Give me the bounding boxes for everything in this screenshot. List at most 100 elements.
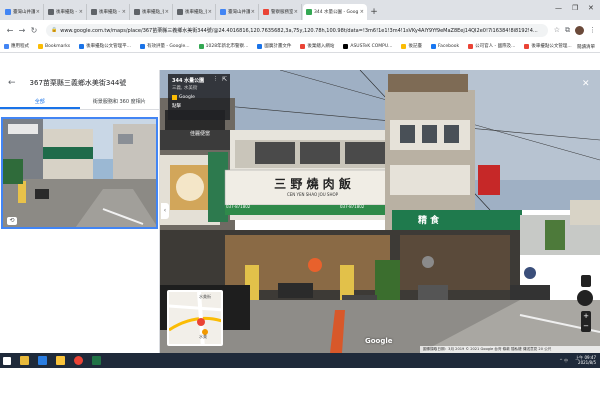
- bookmark-item[interactable]: 後車擾點公文管理平...: [79, 43, 131, 49]
- windows-start-icon[interactable]: [3, 356, 11, 365]
- street-view-thumbnail[interactable]: ⟲: [1, 117, 158, 229]
- compass-icon[interactable]: [577, 290, 593, 306]
- tab-favicon-icon: [263, 9, 269, 15]
- tab-favicon-icon: [220, 9, 226, 15]
- bookmark-label: 國廣計畫文件: [264, 44, 292, 49]
- left-sign-text: 佳麗便當: [190, 131, 211, 137]
- bookmark-item[interactable]: ASUSTeK COMPU...: [343, 43, 393, 49]
- collapse-panel-button[interactable]: ‹: [161, 203, 169, 219]
- zoom-out-icon[interactable]: −: [581, 321, 591, 331]
- star-icon[interactable]: ☆: [554, 26, 560, 34]
- zoom-in-icon[interactable]: +: [581, 311, 591, 321]
- close-icon[interactable]: ✕: [582, 79, 590, 89]
- minimize-button[interactable]: —: [555, 4, 562, 12]
- browser-toolbar: ← → ↻ 🔒 www.google.com.tw/maps/place/367…: [0, 20, 600, 40]
- browser-tab[interactable]: 臺灣山井護 - Google×: [217, 4, 259, 20]
- street-view-panel: ← 367苗栗縣三義鄉水美街344號 全部 街景服務和 360 度相片 ⟲: [0, 70, 160, 353]
- bookmark-item[interactable]: 公司官人 - 國際及...: [468, 43, 515, 49]
- tab-close-icon[interactable]: ×: [165, 9, 169, 15]
- minimap[interactable]: 水美街 水美: [167, 290, 223, 346]
- browser-tab[interactable]: 後車擾點_後車擾點×: [174, 4, 216, 20]
- bookmark-favicon-icon: [300, 43, 306, 49]
- edge-icon[interactable]: [38, 356, 47, 365]
- bookmark-item[interactable]: 1028年新北市警察...: [198, 43, 249, 49]
- menu-icon[interactable]: ⋮: [589, 26, 596, 34]
- browser-tab[interactable]: 後車擾點_後車擾點×: [131, 4, 173, 20]
- browser-tab[interactable]: 後車擾點 - 臺院警察×: [88, 4, 130, 20]
- tab-close-icon[interactable]: ×: [294, 9, 298, 15]
- bookmark-favicon-icon: [401, 43, 407, 49]
- bookmark-item[interactable]: 後車擾點公文管理...: [524, 43, 572, 49]
- bookmark-label: 1028年新北市警察...: [205, 44, 249, 49]
- shop-sign-subtitle: CEN YEN SHAO JOU SHOP: [286, 192, 339, 197]
- tab-favicon-icon: [5, 9, 11, 15]
- tab-label: 後車擾點_後車擾點: [185, 10, 207, 15]
- maximize-button[interactable]: ❐: [572, 4, 578, 12]
- bookmark-favicon-icon: [257, 43, 263, 49]
- bookmark-item[interactable]: 有效評量 - Google...: [139, 43, 190, 49]
- tab-street-view-360[interactable]: 街景服務和 360 度相片: [80, 96, 160, 109]
- clock[interactable]: 上午 09:47 2021/8/5: [575, 355, 596, 365]
- phone-left: 037-871802: [226, 204, 251, 209]
- bookmark-label: 後記臺: [408, 44, 422, 49]
- photo-label[interactable]: 點擊: [172, 103, 226, 109]
- tab-all[interactable]: 全部: [0, 96, 80, 109]
- tab-close-icon[interactable]: ×: [251, 9, 255, 15]
- bookmark-label: 公司官人 - 國際及...: [475, 44, 516, 49]
- system-tray[interactable]: ^ 中: [559, 358, 568, 364]
- reading-list[interactable]: 閱讀清單: [577, 44, 595, 50]
- close-window-button[interactable]: ✕: [588, 4, 594, 12]
- copyright-bar: 圖像擷取日期：3月 2019 © 2021 Google 台灣 條款 隱私權 傳…: [420, 346, 600, 353]
- pegman-icon[interactable]: [581, 275, 591, 287]
- side-sign-text: 精 食: [418, 216, 440, 226]
- bookmark-label: Bookmarks: [45, 43, 71, 49]
- tab-label: 344 水量公園 - Goog: [314, 10, 359, 15]
- address-bar[interactable]: 🔒 www.google.com.tw/maps/place/367苗栗縣三義鄉…: [46, 23, 548, 37]
- bookmark-item[interactable]: Bookmarks: [38, 43, 71, 49]
- google-icon: [172, 95, 177, 100]
- browser-tab[interactable]: 後車擾點 - 臺院警察×: [45, 4, 87, 20]
- zoom-control[interactable]: + −: [581, 311, 591, 332]
- bookmark-favicon-icon: [524, 43, 530, 49]
- tab-favicon-icon: [306, 9, 312, 15]
- bookmark-favicon-icon: [468, 43, 474, 49]
- file-explorer-icon[interactable]: [20, 356, 29, 365]
- bookmark-item[interactable]: Facebook: [430, 43, 459, 49]
- back-icon[interactable]: ←: [4, 26, 16, 35]
- bookmark-item[interactable]: 應用程式: [4, 43, 29, 49]
- chrome-icon[interactable]: [74, 356, 83, 365]
- share-icon[interactable]: ⇱: [222, 76, 227, 83]
- bookmark-favicon-icon: [139, 43, 145, 49]
- avatar[interactable]: [575, 25, 584, 35]
- reload-icon[interactable]: ↻: [28, 26, 40, 35]
- browser-tab[interactable]: 344 水量公園 - Goog ×: [303, 4, 367, 20]
- tab-label: 後車擾點 - 臺院警察: [99, 10, 121, 15]
- new-tab-button[interactable]: +: [368, 4, 380, 20]
- arrow-left-icon[interactable]: ←: [8, 78, 16, 88]
- tab-close-icon[interactable]: ×: [79, 9, 83, 15]
- browser-tab[interactable]: 臺灣山井護 - Google×: [2, 4, 44, 20]
- google-logo: Google: [365, 337, 393, 345]
- tab-strip: 臺灣山井護 - Google×後車擾點 - 臺院警察×後車擾點 - 臺院警察×後…: [0, 0, 600, 20]
- folder-icon[interactable]: [56, 356, 65, 365]
- bookmark-favicon-icon: [38, 43, 43, 49]
- bookmark-item[interactable]: 後業總入網站: [300, 43, 334, 49]
- tab-close-icon[interactable]: ×: [36, 9, 40, 15]
- tab-close-icon[interactable]: ×: [122, 9, 126, 15]
- more-vert-icon[interactable]: ⋮: [213, 76, 218, 82]
- bookmark-label: ASUSTeK COMPU...: [350, 43, 393, 49]
- tab-close-icon[interactable]: ×: [208, 9, 212, 15]
- bookmarks-bar: 應用程式 Bookmarks 後車擾點公文管理平... 有效評量 - Google..…: [0, 40, 600, 53]
- excel-icon[interactable]: [92, 356, 101, 365]
- browser-tab[interactable]: 警察服務室人員招聘×: [260, 4, 302, 20]
- tab-close-icon[interactable]: ×: [360, 9, 364, 15]
- bookmark-favicon-icon: [79, 43, 85, 49]
- bookmark-item[interactable]: 後記臺: [401, 43, 422, 49]
- page-background: [0, 368, 600, 400]
- rotate-icon[interactable]: ⟲: [7, 217, 17, 225]
- extension-icon[interactable]: ⧉: [565, 26, 570, 35]
- forward-icon[interactable]: →: [16, 26, 28, 35]
- url-text: www.google.com.tw/maps/place/367苗栗縣三義鄉水美…: [60, 27, 538, 34]
- bookmark-item[interactable]: 國廣計畫文件: [257, 43, 291, 49]
- tab-favicon-icon: [48, 9, 54, 15]
